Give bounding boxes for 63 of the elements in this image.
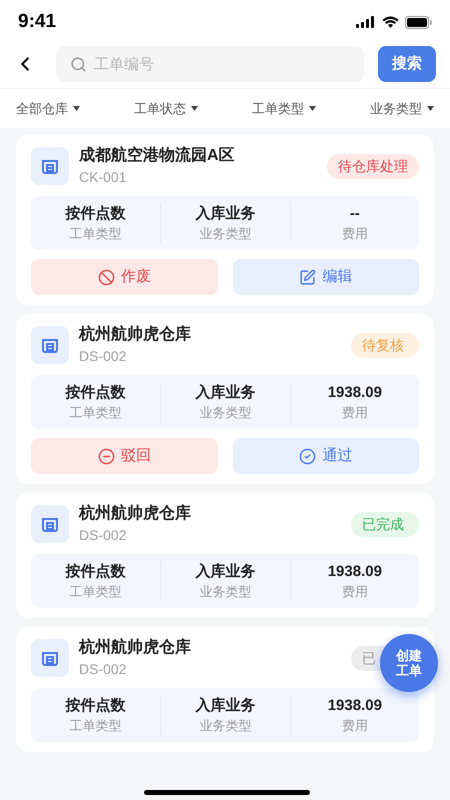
order-card[interactable]: 成都航空港物流园A区 CK-001 待仓库处理 按件点数 工单类型 入库业务 业务类型 -- 费用 作废 编辑 xyxy=(16,135,434,305)
order-code: DS-002 xyxy=(79,347,128,366)
ban-icon xyxy=(98,268,115,286)
stat-value: -- xyxy=(350,204,360,224)
status-badge: 已完成 xyxy=(351,512,419,536)
stat-value: 1938.09 xyxy=(328,562,382,582)
action-button[interactable]: 通过 xyxy=(232,438,419,474)
stat-value: 按件点数 xyxy=(66,383,126,403)
stat-label: 工单类型 xyxy=(70,583,122,601)
minus-circle-icon xyxy=(98,448,115,464)
check-circle-icon xyxy=(299,448,316,464)
filter-dropdown[interactable]: 业务类型 xyxy=(370,98,434,118)
stat-value: 1938.09 xyxy=(328,696,382,716)
stat-value: 入库业务 xyxy=(195,383,256,403)
search-field[interactable]: 工单编号 xyxy=(56,46,364,82)
edit-icon xyxy=(299,268,316,286)
search-button[interactable]: 搜索 xyxy=(378,46,436,82)
stat-value: 按件点数 xyxy=(66,696,126,716)
warehouse-icon xyxy=(31,505,69,543)
stat-label: 业务类型 xyxy=(199,404,252,422)
warehouse-name: 杭州航帅虎仓库 xyxy=(79,324,192,345)
warehouse-name: 杭州航帅虎仓库 xyxy=(79,503,192,524)
stat-label: 费用 xyxy=(342,225,368,243)
stat-label: 业务类型 xyxy=(199,225,252,243)
stat-label: 业务类型 xyxy=(199,583,252,601)
signal-icon xyxy=(356,16,376,28)
status-time: 9:41 xyxy=(18,10,56,34)
filter-dropdown[interactable]: 工单状态 xyxy=(134,98,198,118)
stat-label: 费用 xyxy=(342,404,368,422)
warehouse-name: 成都航空港物流园A区 xyxy=(79,145,236,166)
search-icon xyxy=(70,56,87,73)
battery-icon xyxy=(405,16,432,28)
status-badge: 待仓库处理 xyxy=(327,154,419,178)
wifi-icon xyxy=(382,16,399,28)
stat-value: 按件点数 xyxy=(66,562,126,582)
order-code: DS-002 xyxy=(79,526,128,545)
order-code: CK-001 xyxy=(79,168,128,187)
status-badge: 待复核 xyxy=(351,332,419,358)
order-code: DS-002 xyxy=(79,660,128,679)
caret-icon xyxy=(427,106,434,111)
stat-label: 工单类型 xyxy=(70,717,122,735)
warehouse-name: 杭州航帅虎仓库 xyxy=(79,637,192,658)
stat-label: 费用 xyxy=(342,583,368,601)
order-card[interactable]: 杭州航帅虎仓库 DS-002 待复核 按件点数 工单类型 入库业务 业务类型 1938.09 费用 驳回 通过 xyxy=(16,314,434,484)
caret-icon xyxy=(309,106,316,111)
stat-value: 按件点数 xyxy=(66,204,126,224)
caret-icon xyxy=(73,106,80,111)
warehouse-icon xyxy=(31,639,69,677)
filter-dropdown[interactable]: 工单类型 xyxy=(252,98,316,118)
warehouse-icon xyxy=(31,147,69,185)
stat-value: 入库业务 xyxy=(195,562,256,582)
order-card[interactable]: 杭州航帅虎仓库 DS-002 已完成 按件点数 工单类型 入库业务 业务类型 1938.09 费用 xyxy=(16,493,434,618)
stat-label: 工单类型 xyxy=(70,225,122,243)
stat-label: 费用 xyxy=(342,717,368,735)
stat-value: 入库业务 xyxy=(195,204,256,224)
stat-label: 工单类型 xyxy=(70,404,122,422)
stat-value: 1938.09 xyxy=(328,383,382,403)
action-button[interactable]: 编辑 xyxy=(232,259,419,295)
stat-label: 业务类型 xyxy=(199,717,252,735)
caret-icon xyxy=(191,106,198,111)
filter-dropdown[interactable]: 全部仓库 xyxy=(16,98,80,118)
stat-value: 入库业务 xyxy=(195,696,256,716)
warehouse-icon xyxy=(31,326,69,364)
